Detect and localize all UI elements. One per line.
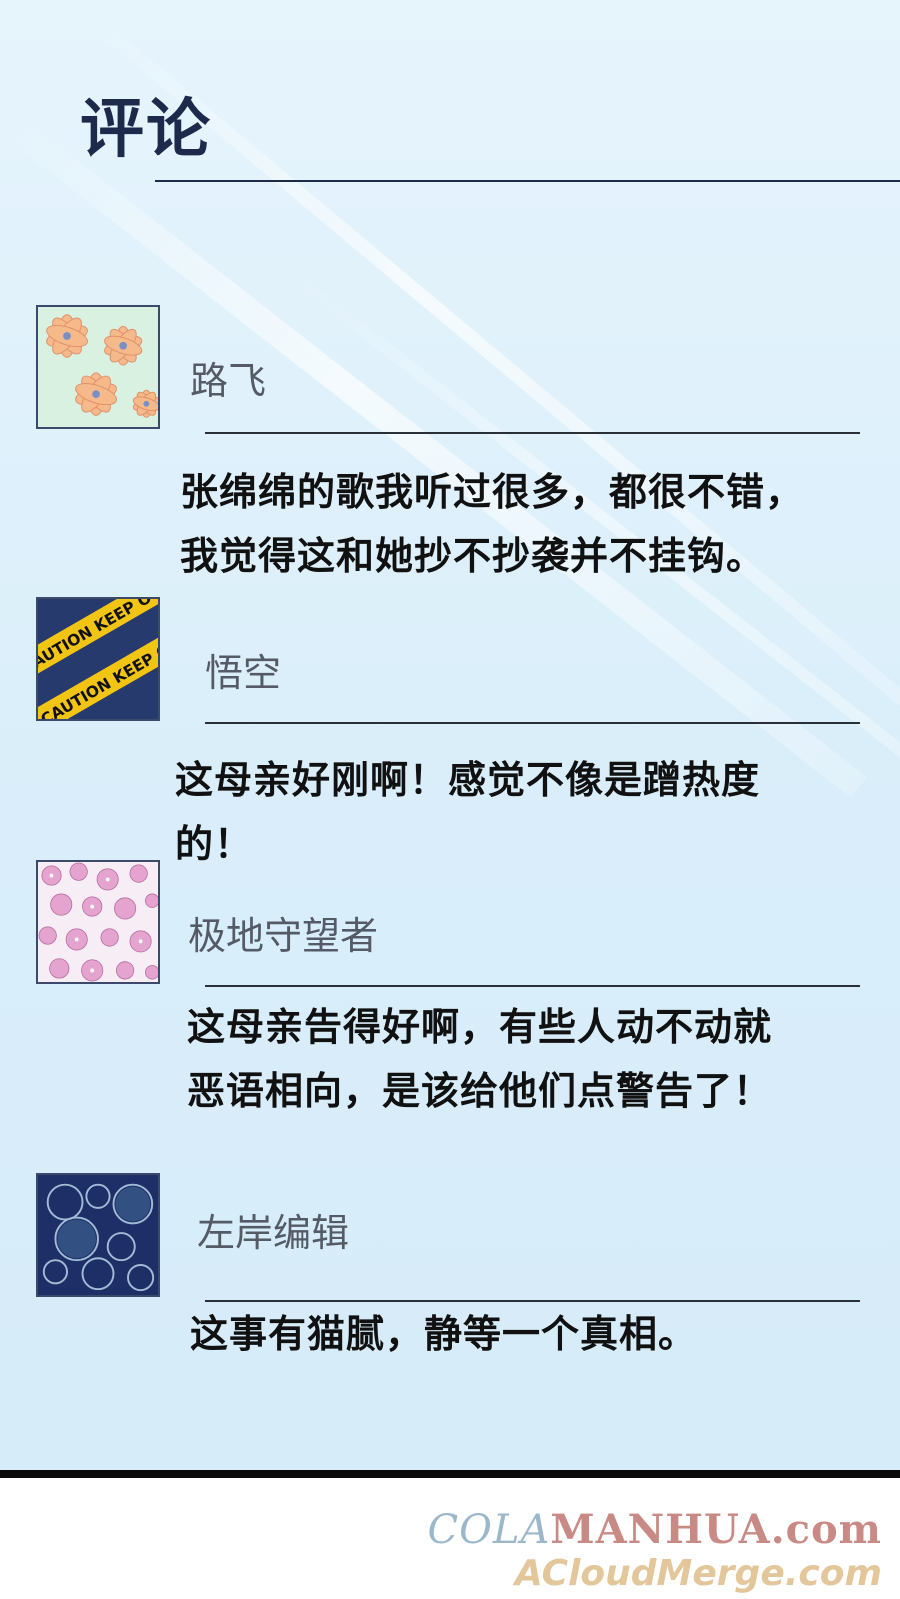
comment-text: 这事有猫腻，静等一个真相。 [190,1302,697,1366]
page-title: 评论 [80,93,212,167]
comment-line: 这母亲告得好啊，有些人动不动就 [187,1005,773,1049]
comments-panel: 评论 路飞 张绵绵的歌我听过很多，都很不错， 我觉得这和她抄不抄袭并不挂钩。 C… [0,0,900,1470]
comment-text: 张绵绵的歌我听过很多，都很不错， 我觉得这和她抄不抄袭并不挂钩。 [180,460,804,588]
orange-flower-pattern-avatar [38,307,158,427]
comment-author[interactable]: 极地守望者 [188,905,378,960]
title-divider [155,180,900,182]
comment-author[interactable]: 左岸编辑 [197,1202,349,1257]
avatar-bubbles[interactable] [36,1173,160,1297]
avatar-caution-tape[interactable]: CAUTION KEEP OUT CAUTION KEEP OUT [36,597,160,721]
comment-line: 我觉得这和她抄不抄袭并不挂钩。 [180,534,766,578]
comment-line: 这母亲好刚啊！感觉不像是蹭热度 [175,758,761,802]
comment-author[interactable]: 悟空 [205,642,281,697]
watermark-colamanhua: COLAMANHUA.com [428,1506,883,1553]
avatar-orange-flowers[interactable] [36,305,160,429]
comment-line: 这事有猫腻，静等一个真相。 [190,1312,698,1356]
author-divider [205,722,860,724]
bubbles-avatar [38,1175,158,1295]
author-divider [205,432,860,434]
author-divider [205,985,860,987]
watermark-acloudmerge: ACloudMerge.com [514,1553,882,1594]
watermark-part: COLA [427,1507,551,1553]
comment-line: 的！ [175,822,254,866]
panel-bottom-border [0,1470,900,1478]
avatar-pink-blossoms[interactable] [36,860,160,984]
comment-text: 这母亲好刚啊！感觉不像是蹭热度 的！ [175,748,760,876]
watermark-part: MANHUA.com [550,1506,882,1553]
comment-line: 张绵绵的歌我听过很多，都很不错， [180,470,805,514]
comment-line: 恶语相向，是该给他们点警告了！ [187,1069,773,1113]
pink-blossom-pattern-avatar [38,862,158,982]
comment-text: 这母亲告得好啊，有些人动不动就 恶语相向，是该给他们点警告了！ [187,995,772,1123]
caution-tape-avatar: CAUTION KEEP OUT CAUTION KEEP OUT [38,599,158,719]
comment-author[interactable]: 路飞 [190,350,266,405]
